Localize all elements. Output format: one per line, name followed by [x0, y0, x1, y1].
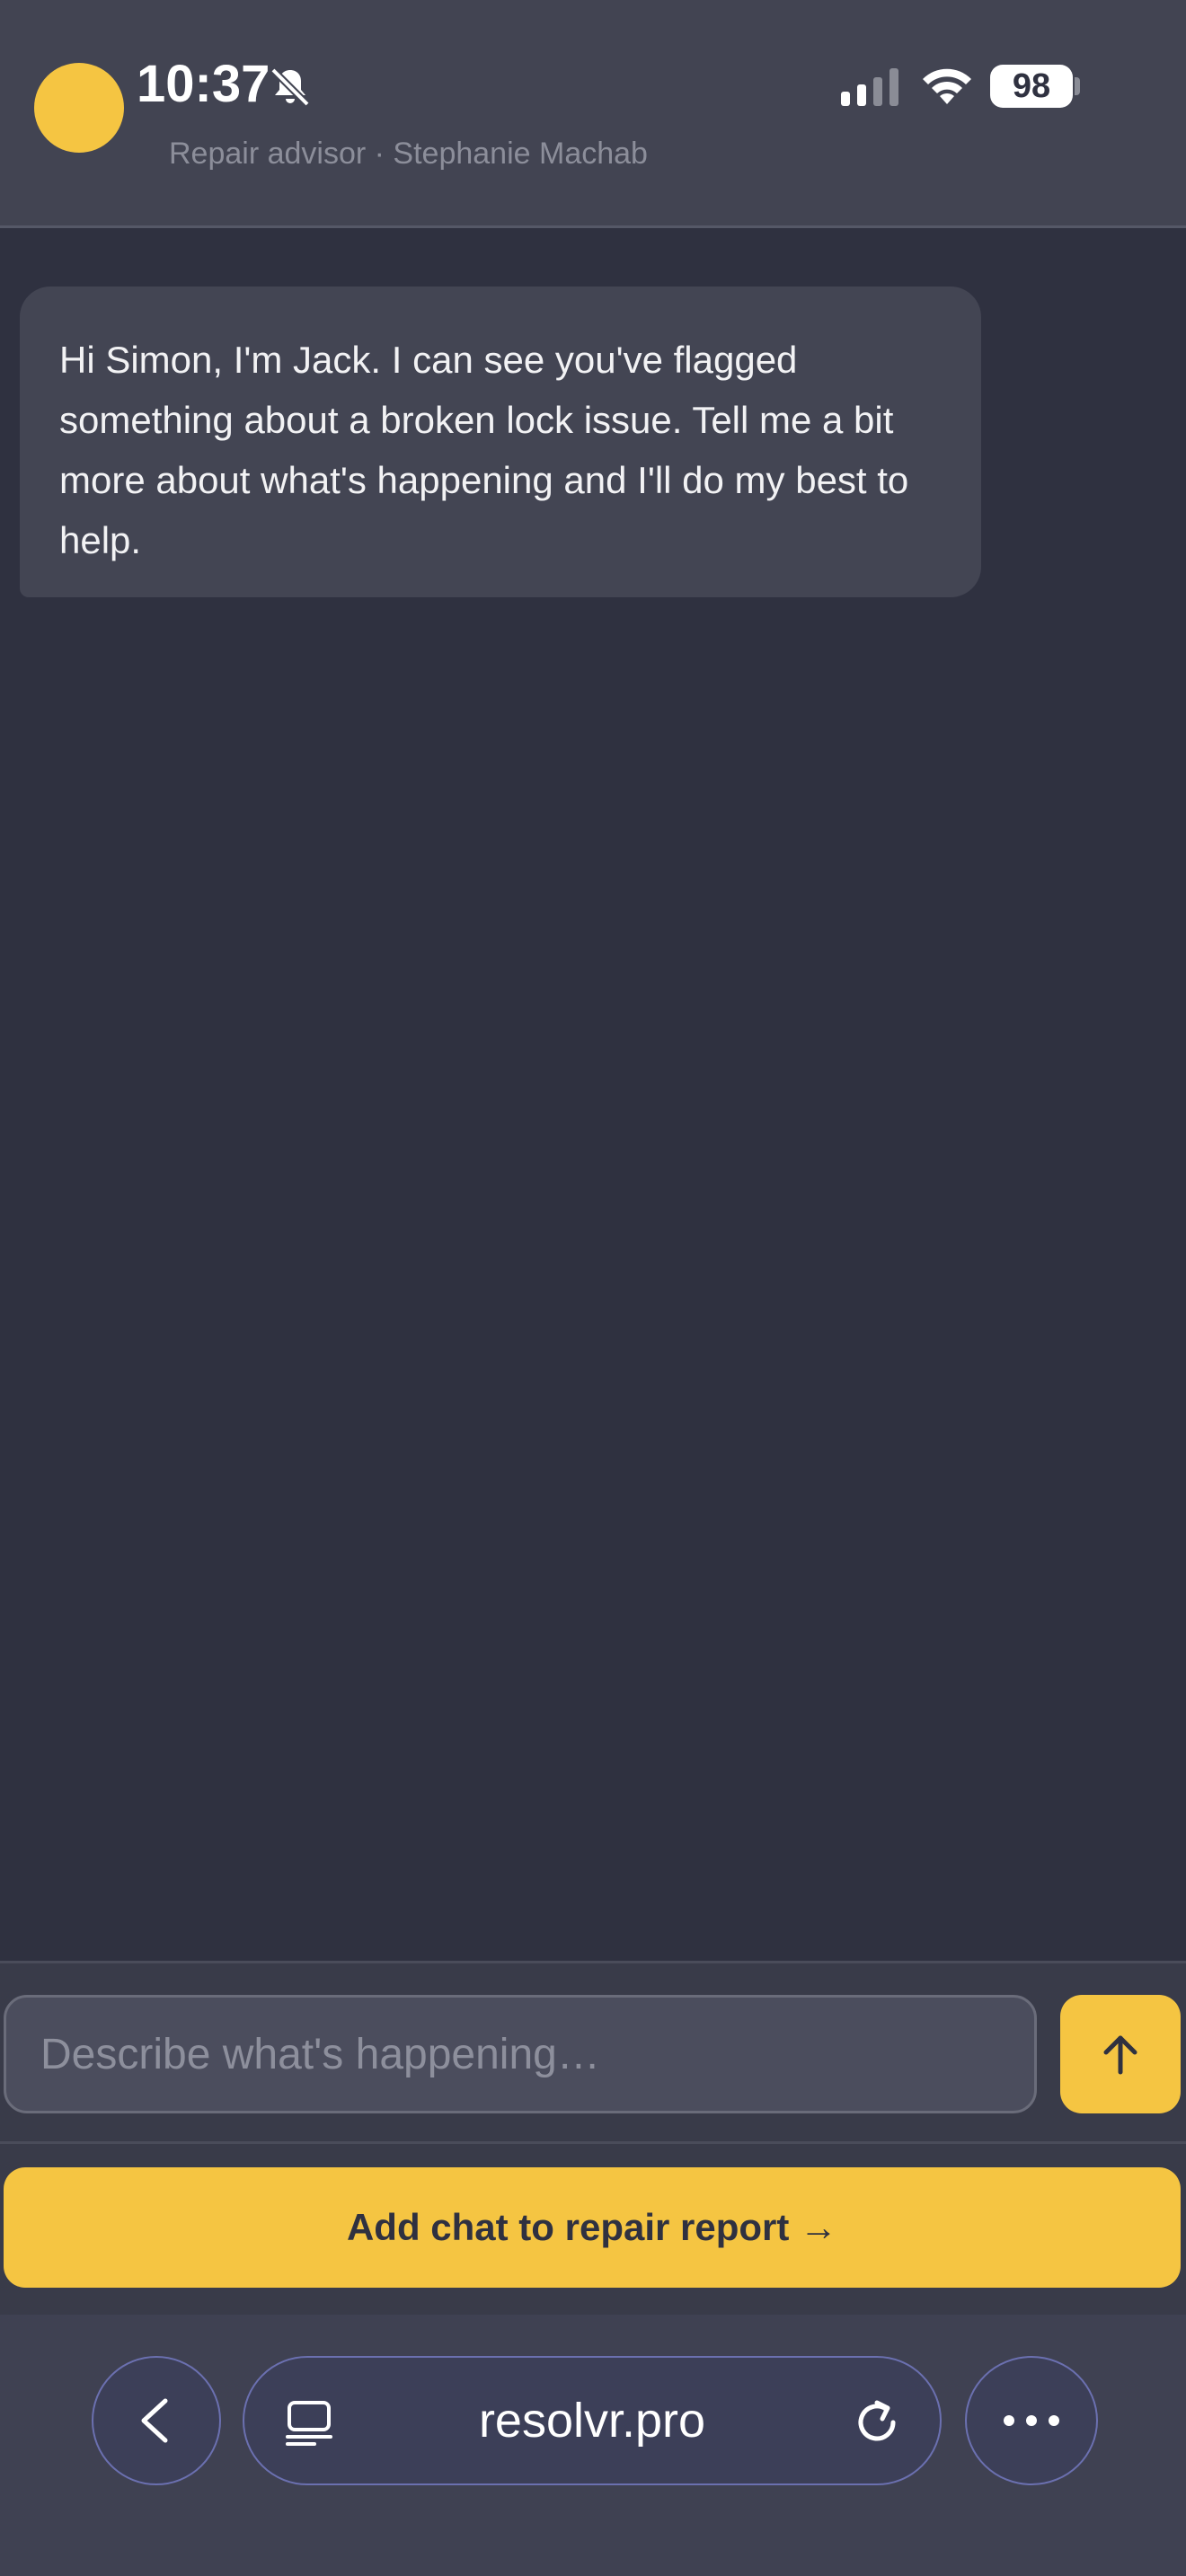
chat-thread: Hi Simon, I'm Jack. I can see you've fla…: [0, 231, 1186, 1961]
wifi-icon: [923, 68, 971, 104]
browser-toolbar: resolvr.pro: [0, 2315, 1186, 2576]
send-button[interactable]: [1060, 1995, 1181, 2113]
message-input[interactable]: [4, 1995, 1037, 2113]
header-subtitle: Repair advisor · Stephanie Machab: [169, 137, 648, 171]
back-button[interactable]: [92, 2356, 221, 2485]
more-icon: [1004, 2415, 1059, 2426]
arrow-up-icon: [1103, 2035, 1137, 2075]
composer: [0, 1961, 1186, 2144]
url-text: resolvr.pro: [478, 2394, 706, 2448]
battery-cap: [1075, 77, 1080, 95]
chevron-left-icon: [141, 2398, 168, 2443]
avatar: [34, 63, 124, 153]
reload-icon[interactable]: [850, 2395, 904, 2449]
chat-page: 10:37 98 Repair advisor · Stephanie Mach…: [0, 0, 1186, 2576]
cellular-signal-icon: [841, 68, 898, 106]
status-time: 10:37: [137, 55, 270, 113]
more-button[interactable]: [965, 2356, 1098, 2485]
add-to-report-button[interactable]: Add chat to repair report →: [4, 2167, 1181, 2288]
report-area: Add chat to repair report →: [0, 2144, 1186, 2315]
bell-slash-icon: [270, 67, 310, 107]
message-bubble: Hi Simon, I'm Jack. I can see you've fla…: [20, 287, 981, 597]
address-bar[interactable]: resolvr.pro: [243, 2356, 942, 2485]
battery-icon: 98: [990, 65, 1073, 108]
header: 10:37 98 Repair advisor · Stephanie Mach…: [0, 0, 1186, 228]
